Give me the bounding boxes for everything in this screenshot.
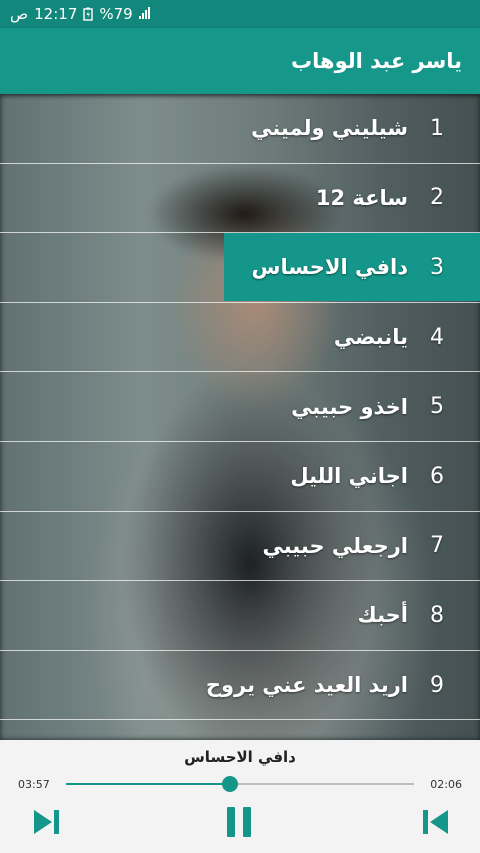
page-title: ياسر عبد الوهاب [291, 49, 462, 73]
song-row[interactable]: اخذو حبيبي 5 [0, 372, 480, 442]
signal-icon [138, 5, 153, 23]
elapsed-time-left: 03:57 [18, 778, 50, 791]
song-title: اجاني الليل [290, 464, 408, 489]
song-row[interactable]: ارجعلي حبيبي 7 [0, 512, 480, 582]
song-number: 2 [430, 185, 444, 211]
next-button[interactable] [26, 802, 66, 842]
player-bar: دافي الاحساس 03:57 02:06 [0, 740, 480, 853]
seek-thumb[interactable] [221, 776, 238, 792]
song-row[interactable]: اريد العيد عني يروح 9 [0, 651, 480, 721]
song-row[interactable]: اجاني الليل 6 [0, 442, 480, 512]
elapsed-time-right: 02:06 [430, 778, 462, 791]
song-number: 3 [430, 254, 444, 280]
song-number: 5 [430, 394, 444, 420]
song-row-content: يانبضي 4 [0, 325, 480, 350]
song-number: 4 [430, 324, 444, 350]
pause-button[interactable] [219, 802, 259, 842]
song-row[interactable]: شيليني ولميني 1 [0, 94, 480, 164]
pause-icon [227, 807, 251, 837]
song-title: دافي الاحساس [251, 255, 409, 280]
song-row-content: ساعة 12 2 [0, 185, 480, 210]
song-number: 8 [430, 602, 444, 628]
now-playing-title: دافي الاحساس [184, 748, 296, 766]
song-title: اخذو حبيبي [291, 394, 408, 419]
song-row[interactable]: يانبضي 4 [0, 303, 480, 373]
next-icon [34, 810, 59, 834]
seek-bar[interactable] [66, 776, 414, 792]
song-title: ساعة 12 [315, 185, 408, 210]
song-title: يانبضي [333, 325, 408, 350]
song-title: شيليني ولميني [251, 116, 408, 141]
previous-button[interactable] [416, 802, 456, 842]
status-time: 12:17 [34, 5, 78, 23]
song-row-content: اجاني الليل 6 [0, 464, 480, 489]
seek-progress [66, 783, 230, 785]
battery-icon [83, 7, 94, 21]
song-number: 1 [430, 115, 444, 141]
previous-icon [423, 810, 448, 834]
song-row[interactable]: أحبك 8 [0, 581, 480, 651]
song-number: 9 [430, 672, 444, 698]
song-row[interactable]: دافي الاحساس 3 [0, 233, 480, 303]
status-suffix: ص [10, 5, 29, 23]
song-title: أحبك [357, 603, 408, 628]
song-row-content: شيليني ولميني 1 [0, 116, 480, 141]
song-row[interactable]: ساعة 12 2 [0, 164, 480, 234]
song-number: 6 [430, 463, 444, 489]
battery-percent: %79 [99, 5, 133, 23]
song-list: شيليني ولميني 1 ساعة 12 2 دافي الاحساس 3 يانبض… [0, 94, 480, 740]
app-bar: ياسر عبد الوهاب [0, 28, 480, 94]
song-row-content: اخذو حبيبي 5 [0, 394, 480, 419]
status-bar: ص 12:17 %79 [0, 0, 480, 28]
song-row-content: أحبك 8 [0, 603, 480, 628]
song-row-content: اريد العيد عني يروح 9 [0, 673, 480, 698]
song-title: ارجعلي حبيبي [262, 533, 408, 558]
song-row-content: ارجعلي حبيبي 7 [0, 533, 480, 558]
song-row-content: دافي الاحساس 3 [0, 255, 480, 280]
song-number: 7 [430, 533, 444, 559]
song-title: اريد العيد عني يروح [205, 673, 408, 698]
